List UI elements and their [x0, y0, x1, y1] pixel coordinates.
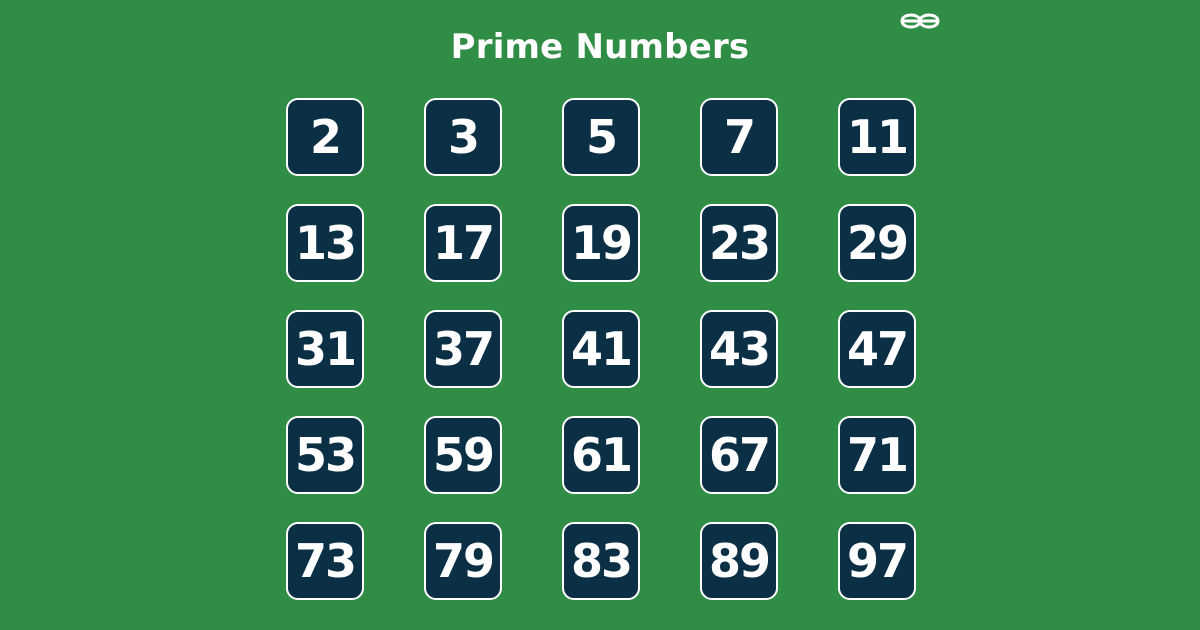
prime-number-tile: 31 — [286, 310, 364, 388]
prime-number-tile: 37 — [424, 310, 502, 388]
prime-number-tile: 2 — [286, 98, 364, 176]
prime-number-tile: 73 — [286, 522, 364, 600]
prime-number-tile: 97 — [838, 522, 916, 600]
prime-number-tile: 13 — [286, 204, 364, 282]
prime-number-tile: 41 — [562, 310, 640, 388]
prime-number-tile: 59 — [424, 416, 502, 494]
prime-number-tile: 47 — [838, 310, 916, 388]
prime-numbers-banner: Prime Numbers 2 3 5 7 11 13 17 19 23 29 31 37 41 43 47… — [0, 0, 1200, 630]
prime-number-tile: 53 — [286, 416, 364, 494]
prime-number-tile: 11 — [838, 98, 916, 176]
prime-number-tile: 83 — [562, 522, 640, 600]
prime-number-tile: 19 — [562, 204, 640, 282]
prime-number-tile: 71 — [838, 416, 916, 494]
prime-number-tile: 67 — [700, 416, 778, 494]
prime-number-tile: 89 — [700, 522, 778, 600]
prime-number-tile: 43 — [700, 310, 778, 388]
prime-number-grid: 2 3 5 7 11 13 17 19 23 29 31 37 41 43 47 53 59 61 67 71 73 79… — [286, 98, 918, 600]
prime-number-tile: 7 — [700, 98, 778, 176]
prime-number-tile: 23 — [700, 204, 778, 282]
prime-number-tile: 61 — [562, 416, 640, 494]
prime-number-tile: 5 — [562, 98, 640, 176]
gfg-logo-icon — [900, 13, 940, 29]
page-title: Prime Numbers — [450, 27, 750, 67]
prime-number-tile: 29 — [838, 204, 916, 282]
prime-number-tile: 79 — [424, 522, 502, 600]
prime-number-tile: 3 — [424, 98, 502, 176]
prime-number-tile: 17 — [424, 204, 502, 282]
